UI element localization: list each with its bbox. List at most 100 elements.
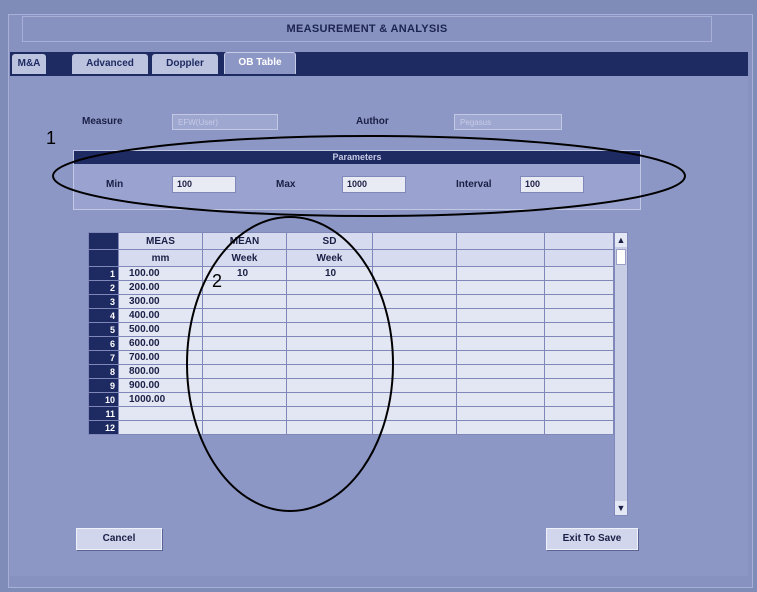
interval-input[interactable]: 100 [520, 176, 584, 193]
empty-cell[interactable] [544, 266, 614, 281]
empty-cell[interactable] [456, 294, 545, 309]
mean-cell[interactable] [202, 364, 287, 379]
empty-cell[interactable] [456, 336, 545, 351]
tab-ob-table[interactable]: OB Table [224, 52, 296, 74]
max-input[interactable]: 1000 [342, 176, 406, 193]
empty-cell[interactable] [544, 392, 614, 407]
empty-cell[interactable] [544, 308, 614, 323]
mean-cell[interactable] [202, 294, 287, 309]
table-row[interactable]: 6 600.00 [88, 336, 614, 351]
meas-cell[interactable]: 400.00 [118, 308, 203, 323]
empty-cell[interactable] [372, 294, 457, 309]
mean-cell[interactable] [202, 350, 287, 365]
empty-cell[interactable] [544, 406, 614, 421]
mean-cell[interactable] [202, 420, 287, 435]
table-row[interactable]: 4 400.00 [88, 308, 614, 323]
empty-cell[interactable] [456, 266, 545, 281]
meas-cell[interactable]: 600.00 [118, 336, 203, 351]
table-row[interactable]: 5 500.00 [88, 322, 614, 337]
empty-cell[interactable] [372, 308, 457, 323]
table-row[interactable]: 3 300.00 [88, 294, 614, 309]
unit-header: Week [286, 249, 373, 267]
sd-cell[interactable] [286, 350, 373, 365]
table-row[interactable]: 7 700.00 [88, 350, 614, 365]
empty-cell[interactable] [456, 322, 545, 337]
empty-cell[interactable] [456, 364, 545, 379]
meas-cell[interactable] [118, 406, 203, 421]
scroll-down-icon[interactable]: ▼ [615, 501, 627, 515]
empty-cell[interactable] [544, 378, 614, 393]
mean-cell[interactable] [202, 322, 287, 337]
empty-cell[interactable] [456, 308, 545, 323]
mean-cell[interactable] [202, 406, 287, 421]
scroll-thumb[interactable] [616, 249, 626, 265]
meas-cell[interactable]: 500.00 [118, 322, 203, 337]
empty-cell[interactable] [456, 392, 545, 407]
empty-cell[interactable] [372, 322, 457, 337]
empty-cell[interactable] [456, 378, 545, 393]
table-row[interactable]: 8 800.00 [88, 364, 614, 379]
sd-cell[interactable] [286, 294, 373, 309]
sd-cell[interactable]: 10 [286, 266, 373, 281]
table-row[interactable]: 12 [88, 420, 614, 435]
empty-cell[interactable] [544, 294, 614, 309]
mean-cell[interactable] [202, 336, 287, 351]
empty-cell[interactable] [544, 280, 614, 295]
empty-cell[interactable] [372, 280, 457, 295]
cancel-button[interactable]: Cancel [76, 528, 162, 550]
max-label: Max [276, 179, 296, 190]
meas-cell[interactable]: 100.00 [118, 266, 203, 281]
empty-cell[interactable] [456, 420, 545, 435]
tab-ma[interactable]: M&A [12, 54, 46, 74]
measure-field[interactable]: EFW(User) [172, 114, 278, 130]
empty-cell[interactable] [456, 406, 545, 421]
empty-cell[interactable] [372, 406, 457, 421]
unit-header [544, 249, 614, 267]
meas-cell[interactable] [118, 420, 203, 435]
sd-cell[interactable] [286, 336, 373, 351]
sd-cell[interactable] [286, 322, 373, 337]
mean-cell[interactable] [202, 392, 287, 407]
table-row[interactable]: 11 [88, 406, 614, 421]
empty-cell[interactable] [544, 350, 614, 365]
sd-cell[interactable] [286, 406, 373, 421]
empty-cell[interactable] [544, 336, 614, 351]
empty-cell[interactable] [372, 392, 457, 407]
empty-cell[interactable] [372, 420, 457, 435]
sd-cell[interactable] [286, 392, 373, 407]
table-scrollbar[interactable]: ▲ ▼ [614, 232, 628, 516]
empty-cell[interactable] [372, 266, 457, 281]
sd-cell[interactable] [286, 308, 373, 323]
tab-doppler[interactable]: Doppler [152, 54, 218, 74]
table-row[interactable]: 9 900.00 [88, 378, 614, 393]
min-input[interactable]: 100 [172, 176, 236, 193]
meas-cell[interactable]: 800.00 [118, 364, 203, 379]
meas-cell[interactable]: 200.00 [118, 280, 203, 295]
author-field[interactable]: Pegasus [454, 114, 562, 130]
empty-cell[interactable] [372, 350, 457, 365]
empty-cell[interactable] [544, 364, 614, 379]
meas-cell[interactable]: 300.00 [118, 294, 203, 309]
tab-advanced[interactable]: Advanced [72, 54, 148, 74]
empty-cell[interactable] [372, 378, 457, 393]
mean-cell[interactable] [202, 378, 287, 393]
empty-cell[interactable] [456, 280, 545, 295]
meas-cell[interactable]: 1000.00 [118, 392, 203, 407]
sd-cell[interactable] [286, 280, 373, 295]
empty-cell[interactable] [372, 336, 457, 351]
table-row[interactable]: 2 200.00 [88, 280, 614, 295]
empty-cell[interactable] [372, 364, 457, 379]
meas-cell[interactable]: 700.00 [118, 350, 203, 365]
empty-cell[interactable] [544, 420, 614, 435]
empty-cell[interactable] [456, 350, 545, 365]
meas-cell[interactable]: 900.00 [118, 378, 203, 393]
sd-cell[interactable] [286, 378, 373, 393]
scroll-up-icon[interactable]: ▲ [615, 233, 627, 247]
exit-to-save-button[interactable]: Exit To Save [546, 528, 638, 550]
sd-cell[interactable] [286, 420, 373, 435]
sd-cell[interactable] [286, 364, 373, 379]
mean-cell[interactable] [202, 308, 287, 323]
table-row[interactable]: 10 1000.00 [88, 392, 614, 407]
empty-cell[interactable] [544, 322, 614, 337]
table-row[interactable]: 1 100.00 10 10 [88, 266, 614, 281]
